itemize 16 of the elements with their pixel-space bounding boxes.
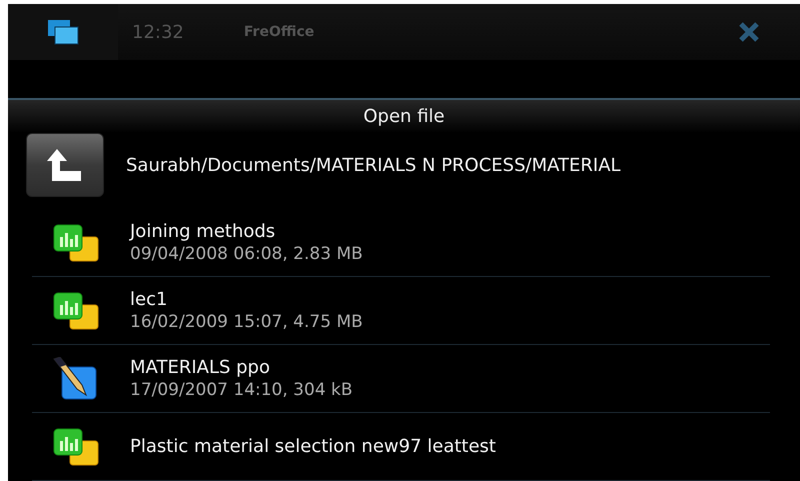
file-name[interactable]: Joining methods	[130, 221, 363, 242]
clock-text: 12:32	[132, 22, 184, 42]
windows-icon[interactable]	[46, 18, 80, 46]
folder-path: Saurabh/Documents/MATERIALS N PROCESS/MATERIAL	[126, 154, 621, 176]
spreadsheet-file-icon	[52, 222, 100, 262]
file-name[interactable]: MATERIALS ppo	[130, 357, 353, 378]
up-folder-button[interactable]	[26, 133, 104, 197]
file-name[interactable]: lec1	[130, 289, 363, 310]
file-details: 16/02/2009 15:07, 4.75 MB	[130, 312, 363, 332]
file-name[interactable]: Plastic material selection new97 leattest	[130, 436, 496, 457]
spreadsheet-file-icon	[52, 290, 100, 330]
spreadsheet-file-icon	[52, 426, 100, 466]
close-icon[interactable]	[738, 21, 760, 43]
dialog-title: Open file	[363, 106, 445, 127]
file-details: 17/09/2007 14:10, 304 kB	[130, 380, 353, 400]
file-details: 09/04/2008 06:08, 2.83 MB	[130, 244, 363, 264]
